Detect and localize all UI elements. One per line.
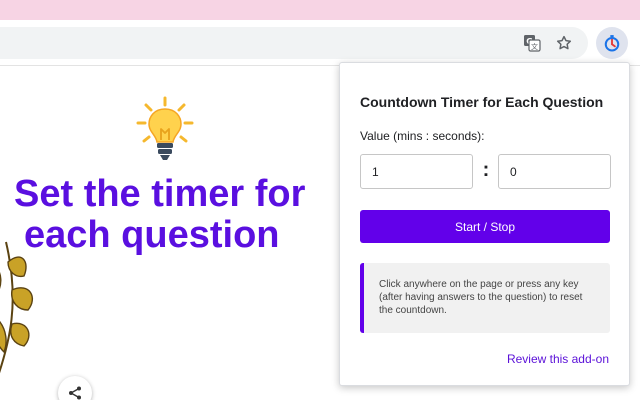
headline-line-2: each question: [24, 214, 280, 256]
bookmark-star-icon[interactable]: [552, 31, 576, 55]
minutes-input[interactable]: [360, 154, 473, 189]
browser-window: G 文: [0, 0, 640, 400]
browser-toolbar: G 文: [0, 20, 640, 66]
review-addon-link[interactable]: Review this add-on: [507, 352, 609, 366]
extension-button[interactable]: [596, 27, 628, 59]
popup-title: Countdown Timer for Each Question: [360, 94, 604, 110]
translate-icon[interactable]: G 文: [520, 31, 544, 55]
start-stop-button[interactable]: Start / Stop: [360, 210, 610, 243]
extension-popup: Countdown Timer for Each Question Value …: [339, 62, 630, 386]
share-icon: [69, 386, 81, 400]
seconds-input[interactable]: [498, 154, 611, 189]
time-separator: :: [482, 159, 490, 181]
svg-text:文: 文: [531, 42, 538, 51]
reset-instructions-note: Click anywhere on the page or press any …: [360, 263, 610, 333]
stopwatch-icon: [604, 35, 620, 52]
leaf-ornament: [0, 232, 48, 382]
page-headline: Set the timer for each question: [14, 174, 344, 256]
share-button[interactable]: [58, 376, 92, 400]
lightbulb-icon: [134, 96, 196, 166]
tab-strip: [0, 0, 640, 20]
value-label: Value (mins : seconds):: [360, 129, 485, 143]
address-bar[interactable]: [0, 27, 588, 59]
headline-line-1: Set the timer for: [14, 173, 306, 215]
